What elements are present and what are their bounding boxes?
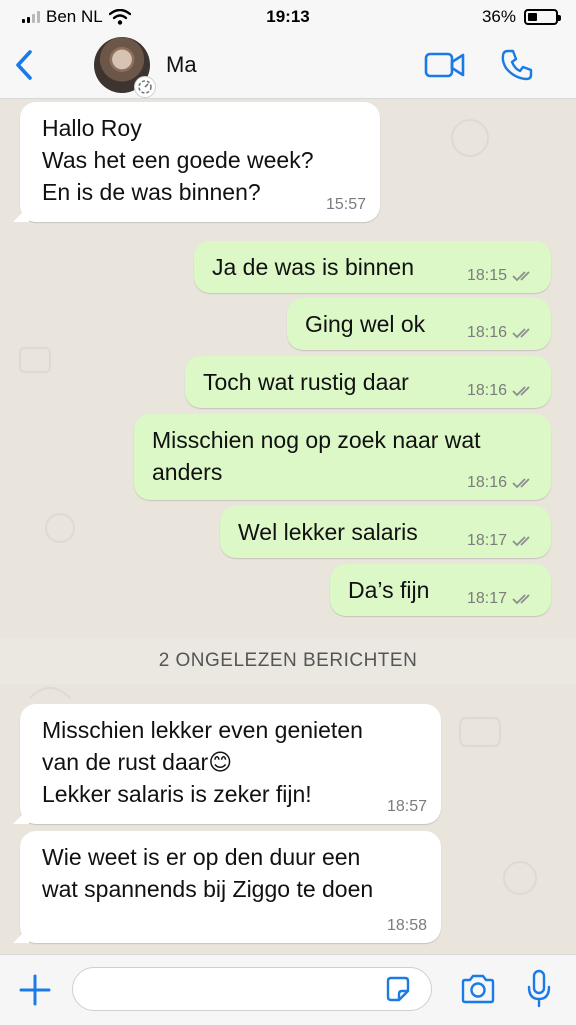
message-incoming[interactable]: Hallo Roy Was het een goede week? En is …: [20, 102, 380, 222]
message-outgoing[interactable]: Wel lekker salaris 18:17: [220, 506, 551, 558]
message-time: 18:16: [466, 324, 507, 341]
message-time: 18:57: [386, 798, 427, 815]
message-outgoing[interactable]: Toch wat rustig daar 18:16: [185, 356, 551, 408]
message-incoming[interactable]: Misschien lekker even genieten van de ru…: [20, 704, 441, 824]
plus-icon: [19, 974, 51, 1006]
microphone-button[interactable]: [526, 969, 552, 1009]
message-text: Wie weet is er op den duur een wat spann…: [42, 844, 374, 902]
message-incoming[interactable]: Wie weet is er op den duur een wat spann…: [20, 831, 441, 943]
camera-button[interactable]: [460, 973, 496, 1005]
message-outgoing[interactable]: Da’s fijn 18:17: [330, 564, 551, 616]
message-time: 18:16: [466, 474, 507, 491]
message-time: 18:17: [466, 532, 507, 549]
status-bar: Ben NL 19:13 36%: [0, 0, 576, 34]
read-receipt-icon: [512, 271, 530, 282]
microphone-icon: [527, 969, 551, 1008]
read-receipt-icon: [512, 594, 530, 605]
message-meta: 18:16: [467, 324, 537, 342]
voice-call-button[interactable]: [500, 48, 534, 82]
video-call-icon: [424, 52, 465, 78]
message-time: 18:17: [466, 590, 507, 607]
unread-messages-banner: 2 ONGELEZEN BERICHTEN: [0, 638, 576, 684]
read-receipt-icon: [512, 478, 530, 489]
message-meta: 18:16: [467, 474, 537, 492]
read-receipt-icon: [512, 386, 530, 397]
message-time: 18:16: [466, 382, 507, 399]
message-meta: 15:57: [326, 196, 366, 214]
message-time: 18:58: [386, 917, 427, 934]
camera-icon: [461, 974, 495, 1004]
back-button[interactable]: [10, 48, 40, 82]
read-receipt-icon: [512, 328, 530, 339]
message-time: 18:15: [466, 267, 507, 284]
message-meta: 18:58: [387, 917, 427, 935]
disappearing-timer-icon: [134, 76, 156, 98]
battery-icon: [524, 9, 561, 25]
sticker-icon: [386, 976, 410, 1002]
message-meta: 18:57: [387, 798, 427, 816]
battery-percent: 36%: [481, 7, 516, 26]
message-text: Ging wel ok: [305, 311, 426, 337]
message-text: Misschien nog op zoek naar wat anders: [152, 427, 481, 485]
status-right: 36%: [481, 7, 561, 27]
message-outgoing[interactable]: Ging wel ok 18:16: [287, 298, 551, 350]
phone-icon: [501, 49, 533, 81]
message-text: Da’s fijn: [348, 577, 430, 603]
battery-fill: [528, 13, 537, 21]
message-text: Toch wat rustig daar: [203, 369, 409, 395]
back-chevron-icon: [16, 50, 32, 80]
chat-area: Hallo Roy Was het een goede week? En is …: [0, 98, 576, 954]
message-outgoing[interactable]: Ja de was is binnen 18:15: [194, 241, 551, 293]
read-receipt-icon: [512, 536, 530, 547]
sticker-button[interactable]: [384, 975, 412, 1003]
message-text: Ja de was is binnen: [212, 254, 415, 280]
message-time: 15:57: [325, 196, 366, 213]
attach-button[interactable]: [18, 973, 52, 1007]
message-meta: 18:17: [467, 532, 537, 550]
message-text: Wel lekker salaris: [238, 519, 418, 545]
message-text: Misschien lekker even genieten van de ru…: [42, 717, 363, 807]
message-outgoing[interactable]: Misschien nog op zoek naar wat anders 18…: [134, 414, 551, 500]
message-meta: 18:15: [467, 267, 537, 285]
message-meta: 18:17: [467, 590, 537, 608]
contact-name[interactable]: Ma: [166, 52, 197, 78]
message-text: Hallo Roy Was het een goede week? En is …: [42, 115, 314, 205]
message-input-bar: [0, 954, 576, 1025]
chat-header: Ma: [0, 34, 576, 99]
message-meta: 18:16: [467, 382, 537, 400]
video-call-button[interactable]: [424, 50, 466, 80]
message-text-field[interactable]: [72, 967, 432, 1011]
